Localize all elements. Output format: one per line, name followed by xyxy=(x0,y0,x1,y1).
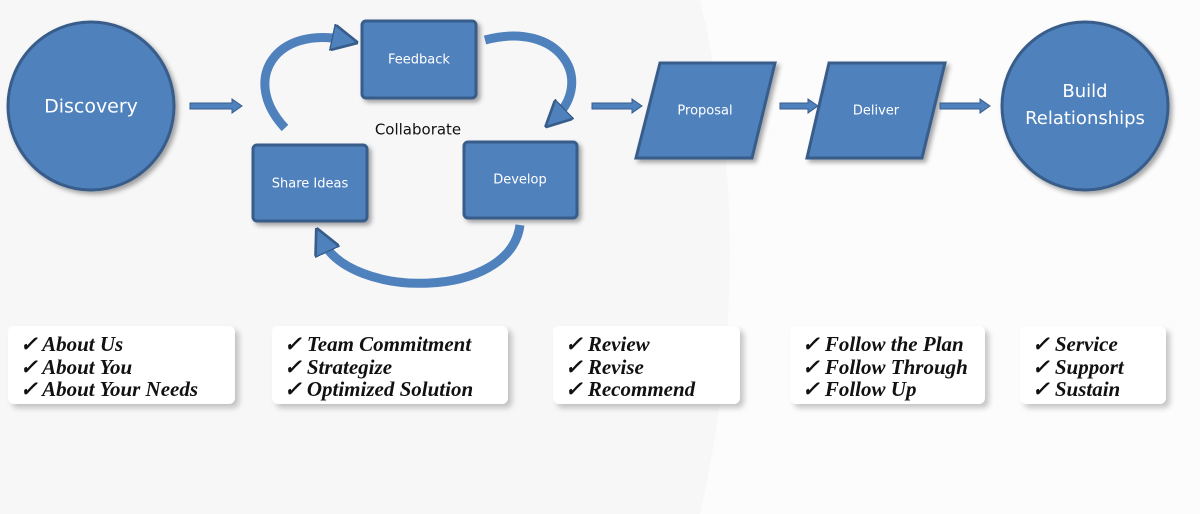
arrow-icon xyxy=(189,98,243,114)
checklist-item: ✓ Service xyxy=(1032,332,1118,356)
checklist-item: ✓ Strategize xyxy=(284,354,393,379)
checklist-item: ✓ Follow the Plan xyxy=(802,332,964,356)
curved-arrow-feedback-to-develop xyxy=(483,31,577,118)
checklist-item: ✓ Revise xyxy=(565,354,644,379)
build-relationships-node xyxy=(1000,20,1170,192)
curved-arrow-share-to-feedback xyxy=(260,37,345,132)
checklist-item: ✓ Follow Through xyxy=(802,354,968,379)
checklist-item: ✓ Optimized Solution xyxy=(284,377,474,401)
checklist-item: ✓ Follow Up xyxy=(802,377,917,401)
checklist-item: ✓ Recommend xyxy=(565,377,696,401)
checklist-item: ✓ About You xyxy=(20,354,133,379)
deliver-label: Deliver xyxy=(853,104,900,119)
card-build-relationships: ✓ Service ✓ Support ✓ Sustain xyxy=(1020,326,1166,404)
share-ideas-label: Share Ideas xyxy=(272,177,349,192)
checklist-item: ✓ Team Commitment xyxy=(284,332,472,356)
checklist-item: ✓ Support xyxy=(1032,354,1124,379)
process-diagram: Discovery Feedback Share Ideas Develop C… xyxy=(6,0,1200,514)
collaborate-label: Collaborate xyxy=(375,121,461,139)
feedback-label: Feedback xyxy=(388,53,450,68)
card-proposal: ✓ Review ✓ Revise ✓ Recommend xyxy=(553,326,740,404)
develop-label: Develop xyxy=(493,173,547,188)
relationships-label: Relationships xyxy=(1025,108,1145,129)
checklist-item: ✓ Sustain xyxy=(1032,377,1121,401)
card-deliver: ✓ Follow the Plan ✓ Follow Through ✓ Fol… xyxy=(790,326,985,404)
arrow-icon xyxy=(591,98,643,114)
checklist-item: ✓ About Us xyxy=(20,332,124,356)
checklist-item: ✓ Review xyxy=(565,332,650,356)
checklist-item: ✓ About Your Needs xyxy=(20,377,199,401)
discovery-label: Discovery xyxy=(44,96,138,118)
build-label: Build xyxy=(1062,81,1107,102)
card-discovery: ✓ About Us ✓ About You ✓ About Your Need… xyxy=(8,326,235,404)
curved-arrow-develop-to-share xyxy=(322,224,525,288)
proposal-label: Proposal xyxy=(677,104,732,119)
card-collaborate: ✓ Team Commitment ✓ Strategize ✓ Optimiz… xyxy=(272,326,508,404)
